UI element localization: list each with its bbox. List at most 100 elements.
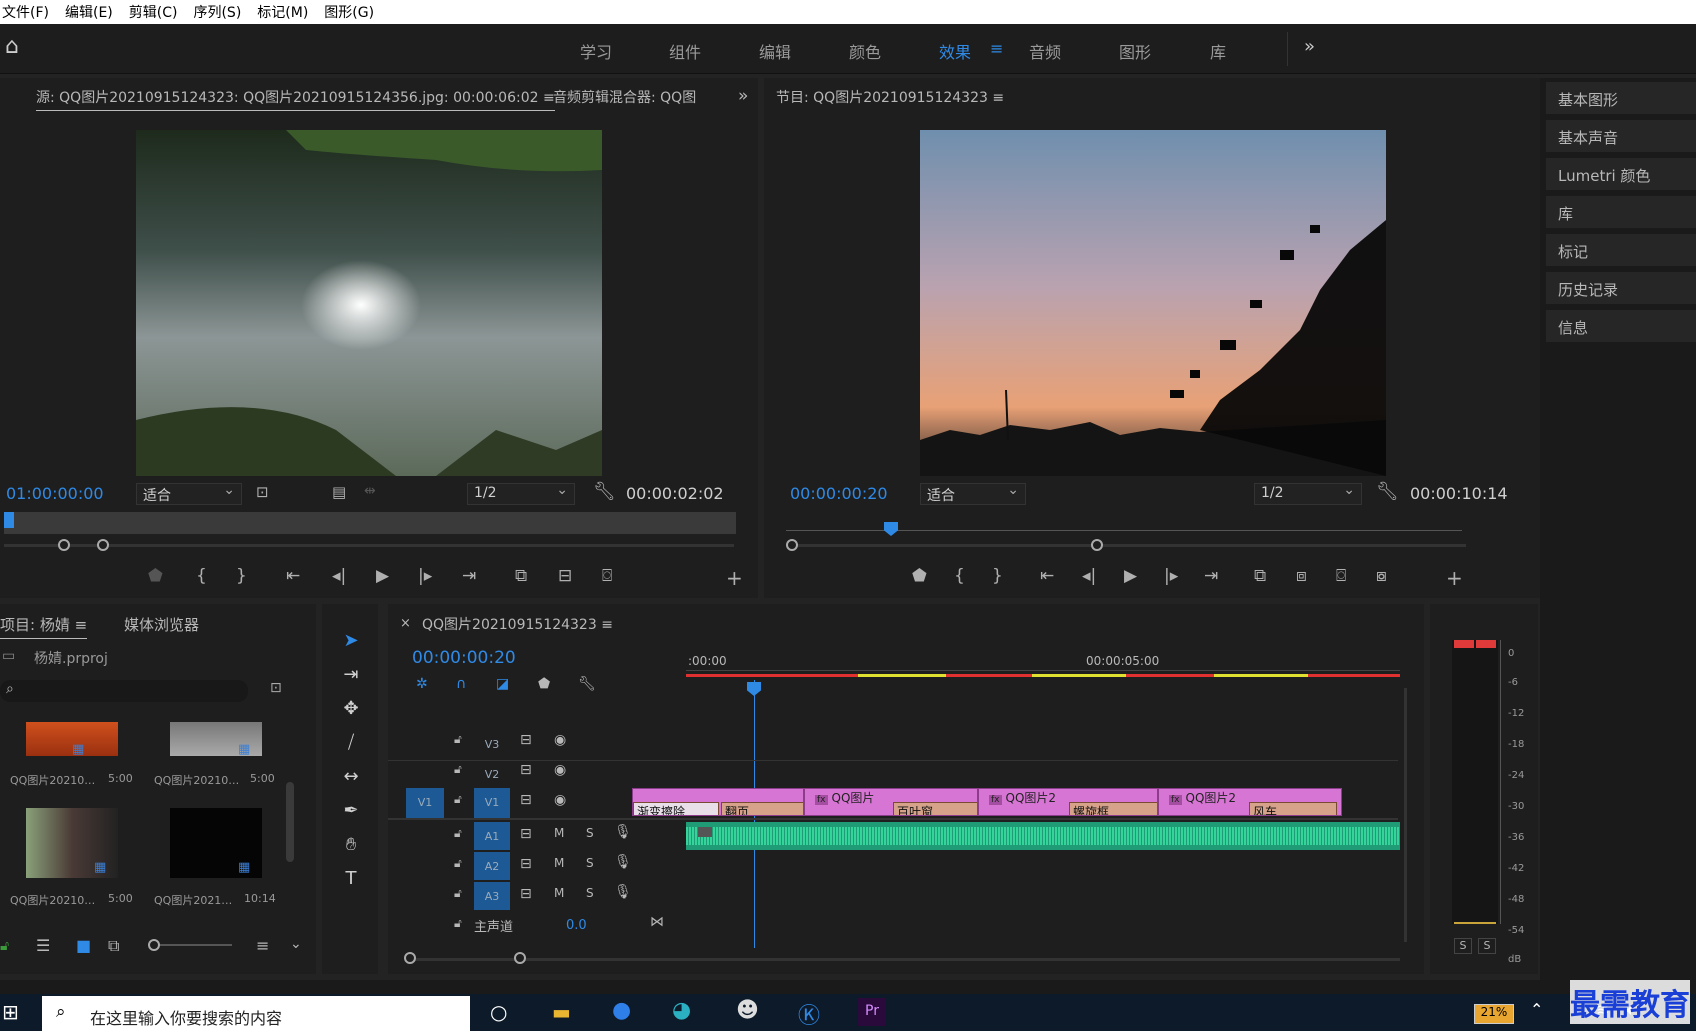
workspace-learn[interactable]: 学习 — [580, 39, 612, 63]
transition-page-peel[interactable]: 翻页 — [721, 802, 803, 815]
taskbar-search[interactable]: ⌕ 在这里输入你要搜索的内容 — [42, 996, 470, 1031]
transition-gradient-wipe[interactable]: 渐变擦除 — [633, 802, 719, 815]
menu-file[interactable]: 文件(F) — [0, 2, 57, 22]
chevron-down-icon[interactable]: ⌄ — [290, 936, 302, 952]
transition-blinds[interactable]: 百叶窗 — [893, 802, 977, 815]
insert-button-icon[interactable]: ⧉ — [515, 566, 527, 586]
lift-icon[interactable]: ⧉ — [1254, 566, 1266, 586]
lock-icon[interactable]: 🔓︎ — [454, 856, 462, 871]
menu-edit[interactable]: 编辑(E) — [57, 2, 121, 22]
track-a1[interactable]: A1 — [474, 822, 510, 850]
menu-clip[interactable]: 剪辑(C) — [121, 2, 186, 22]
zoom-handle-right[interactable] — [97, 539, 109, 551]
camera-icon[interactable]: ⌼ — [1336, 566, 1346, 586]
freeform-view-icon[interactable]: ⧉ — [108, 936, 119, 956]
add-marker-icon[interactable]: ⬟ — [538, 676, 550, 692]
lock-icon[interactable]: 🔓︎ — [454, 762, 462, 777]
media-browser-tab[interactable]: 媒体浏览器 — [124, 614, 199, 635]
play-icon[interactable]: ▶ — [1124, 566, 1137, 586]
lock-icon[interactable]: 🔓︎ — [0, 938, 9, 954]
source-fit-select[interactable]: 适合 — [136, 482, 242, 505]
zoom-handle-left[interactable] — [786, 539, 798, 551]
mute-button[interactable]: M — [554, 826, 564, 840]
program-res-select[interactable]: 1/2 — [1254, 482, 1362, 505]
menu-graphics[interactable]: 图形(G) — [316, 2, 382, 22]
video-clip-1[interactable]: 渐变擦除 翻页 — [632, 788, 804, 816]
add-marker-icon[interactable]: ⬟ — [148, 566, 163, 586]
zoom-handle-right[interactable] — [1091, 539, 1103, 551]
linked-selection-icon[interactable]: ◪ — [496, 676, 509, 692]
extract-icon[interactable]: ⧈ — [1296, 566, 1307, 586]
razor-tool-icon[interactable]: ⧸ — [336, 732, 366, 753]
program-zoom-bar[interactable] — [786, 544, 1466, 547]
source-res-select[interactable]: 1/2 — [467, 482, 575, 505]
solo-button[interactable]: S — [586, 826, 594, 840]
sidebar-item-essential-graphics[interactable]: 基本图形 — [1546, 82, 1696, 116]
mark-in-icon[interactable]: { — [954, 566, 965, 586]
comparison-view-icon[interactable]: ⧇ — [1376, 566, 1387, 586]
step-forward-icon[interactable]: |▸ — [418, 566, 432, 586]
mute-button[interactable]: M — [554, 856, 564, 870]
program-fit-select[interactable]: 适合 — [920, 482, 1026, 505]
workspace-menu-icon[interactable]: ≡ — [990, 39, 1003, 58]
workspace-audio[interactable]: 音频 — [1029, 39, 1061, 63]
timeline-zoom-bar[interactable] — [410, 958, 1400, 961]
sidebar-item-history[interactable]: 历史记录 — [1546, 272, 1696, 306]
task-view-icon[interactable]: ○ — [490, 1000, 507, 1024]
solo-button[interactable]: S — [586, 886, 594, 900]
windows-start-icon[interactable]: ⊞ — [2, 1000, 19, 1024]
menu-sequence[interactable]: 序列(S) — [185, 2, 249, 22]
zoom-handle-left[interactable] — [404, 952, 416, 964]
audio-mixer-tab[interactable]: 音频剪辑混合器: QQ图 — [553, 87, 710, 107]
go-to-out-icon[interactable]: ⇥ — [462, 566, 476, 586]
transition-spiral-boxes[interactable]: 螺旋框 — [1069, 802, 1157, 815]
transition-pinwheel[interactable]: 风车 — [1249, 802, 1337, 815]
eye-icon[interactable]: ◉ — [554, 762, 566, 778]
mute-button[interactable]: M — [554, 886, 564, 900]
sidebar-item-essential-sound[interactable]: 基本声音 — [1546, 120, 1696, 154]
go-to-in-icon[interactable]: ⇤ — [1040, 566, 1054, 586]
zoom-slider-handle[interactable] — [148, 939, 160, 951]
sync-lock-icon[interactable]: ⊟ — [520, 826, 532, 842]
source-timecode[interactable]: 01:00:00:00 — [6, 484, 104, 503]
wrench-icon[interactable]: 🔧︎ — [1376, 481, 1399, 502]
project-scrollbar[interactable] — [286, 782, 294, 862]
ripple-edit-tool-icon[interactable]: ✥ — [336, 698, 366, 719]
pen-tool-icon[interactable]: ✒ — [336, 800, 366, 821]
k-app-icon[interactable]: Ⓚ — [798, 998, 820, 1030]
selection-tool-icon[interactable]: ➤ — [336, 630, 366, 651]
camera-icon[interactable]: ⌼ — [602, 566, 612, 586]
lock-icon[interactable]: 🔓︎ — [454, 886, 462, 901]
microphone-icon[interactable]: 🎙︎ — [614, 824, 632, 840]
project-tab[interactable]: 项目: 杨婧 ≡ — [0, 614, 88, 639]
zoom-handle-left[interactable] — [58, 539, 70, 551]
premiere-icon[interactable]: Pr — [858, 998, 886, 1026]
wrench-icon[interactable]: 🔧︎ — [593, 481, 616, 502]
mark-out-icon[interactable]: } — [236, 566, 247, 586]
lock-icon[interactable]: 🔓︎ — [454, 792, 462, 807]
insert-icon[interactable]: ▤ — [332, 483, 346, 501]
source-scrubber[interactable] — [4, 512, 736, 534]
track-a3[interactable]: A3 — [474, 882, 510, 910]
sequence-tab[interactable]: QQ图片20210915124323 ≡ — [422, 614, 613, 634]
add-button-icon[interactable]: + — [1446, 566, 1463, 590]
timeline-timecode[interactable]: 00:00:00:20 — [412, 648, 516, 668]
zoom-slider[interactable] — [152, 944, 232, 946]
workspace-graphics[interactable]: 图形 — [1119, 39, 1151, 63]
source-patch-v1[interactable]: V1 — [406, 788, 444, 818]
list-view-icon[interactable]: ☰ — [36, 936, 50, 955]
nest-icon[interactable]: ✲ — [416, 676, 428, 692]
program-playhead[interactable] — [884, 522, 898, 536]
menu-marker[interactable]: 标记(M) — [249, 2, 316, 22]
video-clip-2[interactable]: fx QQ图片 百叶窗 — [804, 788, 978, 816]
snap-icon[interactable]: ∩ — [456, 676, 466, 692]
lock-icon[interactable]: 🔓︎ — [454, 826, 462, 841]
file-explorer-icon[interactable]: ▬ — [552, 1000, 571, 1024]
video-clip-4[interactable]: fx QQ图片2 风车 — [1158, 788, 1342, 816]
battery-indicator[interactable]: 21% — [1474, 1004, 1514, 1024]
slip-tool-icon[interactable]: ↔ — [336, 766, 366, 787]
hand-tool-icon[interactable]: ✋︎ — [336, 834, 366, 855]
lock-icon[interactable]: 🔓︎ — [454, 732, 462, 747]
type-tool-icon[interactable]: T — [336, 868, 366, 889]
more-workspaces-icon[interactable]: » — [1304, 36, 1315, 57]
